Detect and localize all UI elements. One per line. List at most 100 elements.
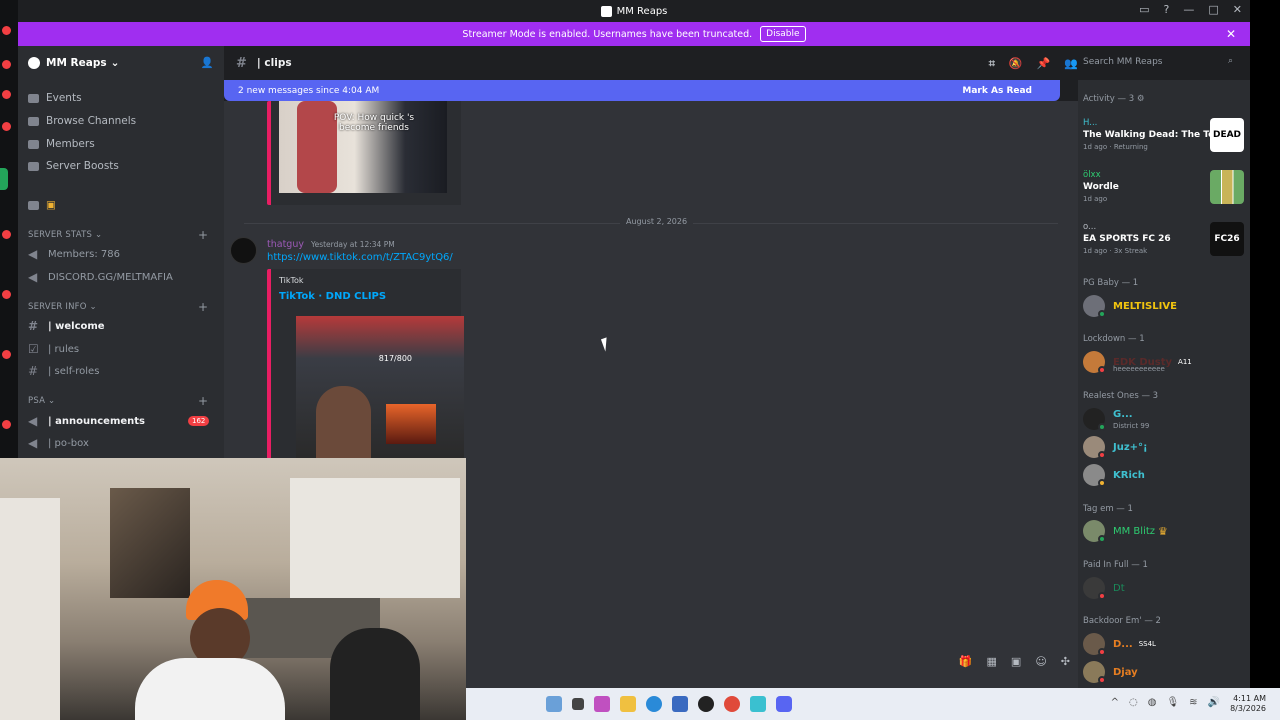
microphone-icon[interactable]: 🎙 [1166,697,1179,708]
activity-meta: 1d ago · 3x Streak [1083,247,1148,255]
nav-server-boosts[interactable]: Server Boosts [28,156,119,176]
status-indicator [1098,648,1106,656]
avatar [1083,633,1106,656]
maximize-button[interactable]: □ [1208,3,1218,16]
nav-events[interactable]: Events [28,88,82,108]
system-clock[interactable]: 4:11 AM 8/3/2026 [1230,694,1266,714]
member-item[interactable]: EDK Dusty A11 heeeeeeeeeee [1083,349,1192,375]
member-list: Activity — 3 ⚙ H... The Walking Dead: Th… [1078,80,1250,688]
gif-icon[interactable]: ▦ [987,655,997,668]
gift-icon[interactable]: 🎁 [959,655,973,668]
category-label: SERVER INFO [28,302,87,312]
wifi-icon[interactable]: ≋ [1189,697,1197,708]
activity-card[interactable]: ölxx Wordle 1d ago [1078,166,1244,214]
discord-taskbar-icon[interactable] [776,696,792,712]
activity-card[interactable]: H... The Walking Dead: The Tell... 1d ag… [1078,114,1244,162]
voice-icon: ◀ [28,247,38,261]
role-group-header: Tag em — 1 [1083,504,1133,514]
system-tray: ^ ◌ ◍ 🎙 ≋ 🔊 [1111,697,1220,708]
sticker-icon[interactable]: ▣ [1011,655,1021,668]
category-server-stats[interactable]: SERVER STATS ⌄ + [28,228,208,242]
new-messages-bar[interactable]: 2 new messages since 4:04 AM Mark As Rea… [224,80,1060,101]
message-header: thatguy Yesterday at 12:34 PM [267,239,395,250]
top-embed: POV: How quick 's become friends [271,101,461,205]
mute-icon[interactable]: 🔕 [1009,57,1023,71]
server-header[interactable]: MM Reaps ⌄ 👤 [18,46,224,80]
composer-toolbar: 🎁 ▦ ▣ ☺ ✣ [959,655,1070,668]
edge-icon[interactable] [646,696,662,712]
member-item[interactable]: Dt [1083,575,1125,601]
server-icon [28,57,40,69]
channel-invite-link[interactable]: ◀ DISCORD.GG/MELTMAFIA [28,267,173,287]
app-icon[interactable] [750,696,766,712]
member-item[interactable]: Juz+°¡ [1083,434,1148,460]
category-server-info[interactable]: SERVER INFO ⌄ + [28,300,208,314]
channel-label: | rules [48,343,80,355]
close-button[interactable]: ✕ [1233,3,1242,16]
file-explorer-icon[interactable] [620,696,636,712]
avatar[interactable] [230,237,257,264]
category-psa[interactable]: PSA ⌄ + [28,394,208,408]
add-channel-icon[interactable]: + [198,228,208,242]
extra-channels-row[interactable]: ▣ [28,195,56,215]
channel-po-box[interactable]: ◀ | po-box [28,433,89,453]
member-item[interactable]: Djay [1083,659,1138,685]
pin-icon[interactable]: 📌 [1037,57,1051,71]
message-author[interactable]: thatguy [267,239,304,250]
inbox-icon[interactable]: ▭ [1139,3,1149,16]
minimize-button[interactable]: — [1183,3,1194,16]
channel-members-count[interactable]: ◀ Members: 786 [28,244,120,264]
store-icon[interactable] [672,696,688,712]
weather-icon[interactable] [546,696,562,712]
mark-as-read-button[interactable]: Mark As Read [962,86,1032,96]
member-name: G... [1113,408,1133,420]
channel-welcome[interactable]: # | welcome [28,316,105,336]
member-item[interactable]: MELTISLIVE [1083,293,1177,319]
message-link[interactable]: https://www.tiktok.com/t/ZTAC9ytQ6/ [267,252,453,263]
chrome-icon[interactable] [724,696,740,712]
game-art: DEAD [1210,118,1244,152]
boost-icon [28,161,39,171]
security-icon[interactable]: ◍ [1148,697,1157,708]
help-icon[interactable]: ? [1164,3,1170,16]
status-indicator [1098,451,1106,459]
network-icon[interactable]: ◌ [1129,697,1138,708]
member-item[interactable]: G... District 99 [1083,406,1149,432]
member-item[interactable]: KRich [1083,462,1145,488]
search-input[interactable]: Search MM Reaps ⌕ [1078,54,1238,72]
volume-icon[interactable]: 🔊 [1208,697,1220,708]
channel-rules[interactable]: ☑ | rules [28,339,79,359]
member-item[interactable]: D... SS4L [1083,631,1156,657]
gear-icon[interactable]: ⚙ [1137,94,1145,104]
activity-card[interactable]: o... EA SPORTS FC 26 1d ago · 3x Streak … [1078,218,1244,266]
video-thumbnail[interactable]: POV: How quick 's become friends [279,101,447,193]
activity-meta: 1d ago · Returning [1083,143,1148,151]
activity-game: EA SPORTS FC 26 [1083,234,1171,244]
chevron-up-icon[interactable]: ^ [1111,697,1119,708]
video-thumbnail[interactable]: 817/800 [296,316,464,458]
embed-title[interactable]: TikTok · DND CLIPS [279,291,386,302]
member-list-icon[interactable]: 👥 [1064,57,1078,71]
nav-browse-channels[interactable]: Browse Channels [28,111,136,131]
close-icon[interactable]: ✕ [1226,27,1236,41]
task-view-icon[interactable] [572,698,584,710]
status-indicator [1098,535,1106,543]
channel-title: | clips [256,57,292,69]
apps-icon[interactable]: ✣ [1061,655,1070,668]
invite-icon[interactable]: 👤 [201,56,214,69]
member-name: Djay [1113,666,1138,678]
disable-button[interactable]: Disable [760,26,806,42]
channel-self-roles[interactable]: # | self-roles [28,361,99,381]
emoji-icon[interactable]: ☺ [1035,655,1046,668]
member-item[interactable]: MM Blitz ♛ [1083,518,1168,544]
nav-members[interactable]: Members [28,134,95,154]
obs-icon[interactable] [698,696,714,712]
add-channel-icon[interactable]: + [198,394,208,408]
threads-icon[interactable]: ⌗ [989,57,995,71]
title-bar: MM Reaps ▭ ? — □ ✕ [18,0,1250,22]
add-channel-icon[interactable]: + [198,300,208,314]
nav-label: Server Boosts [46,160,119,172]
copilot-icon[interactable] [594,696,610,712]
channel-announcements[interactable]: ◀ | announcements [28,411,145,431]
kitchen-cabinets [290,478,460,598]
